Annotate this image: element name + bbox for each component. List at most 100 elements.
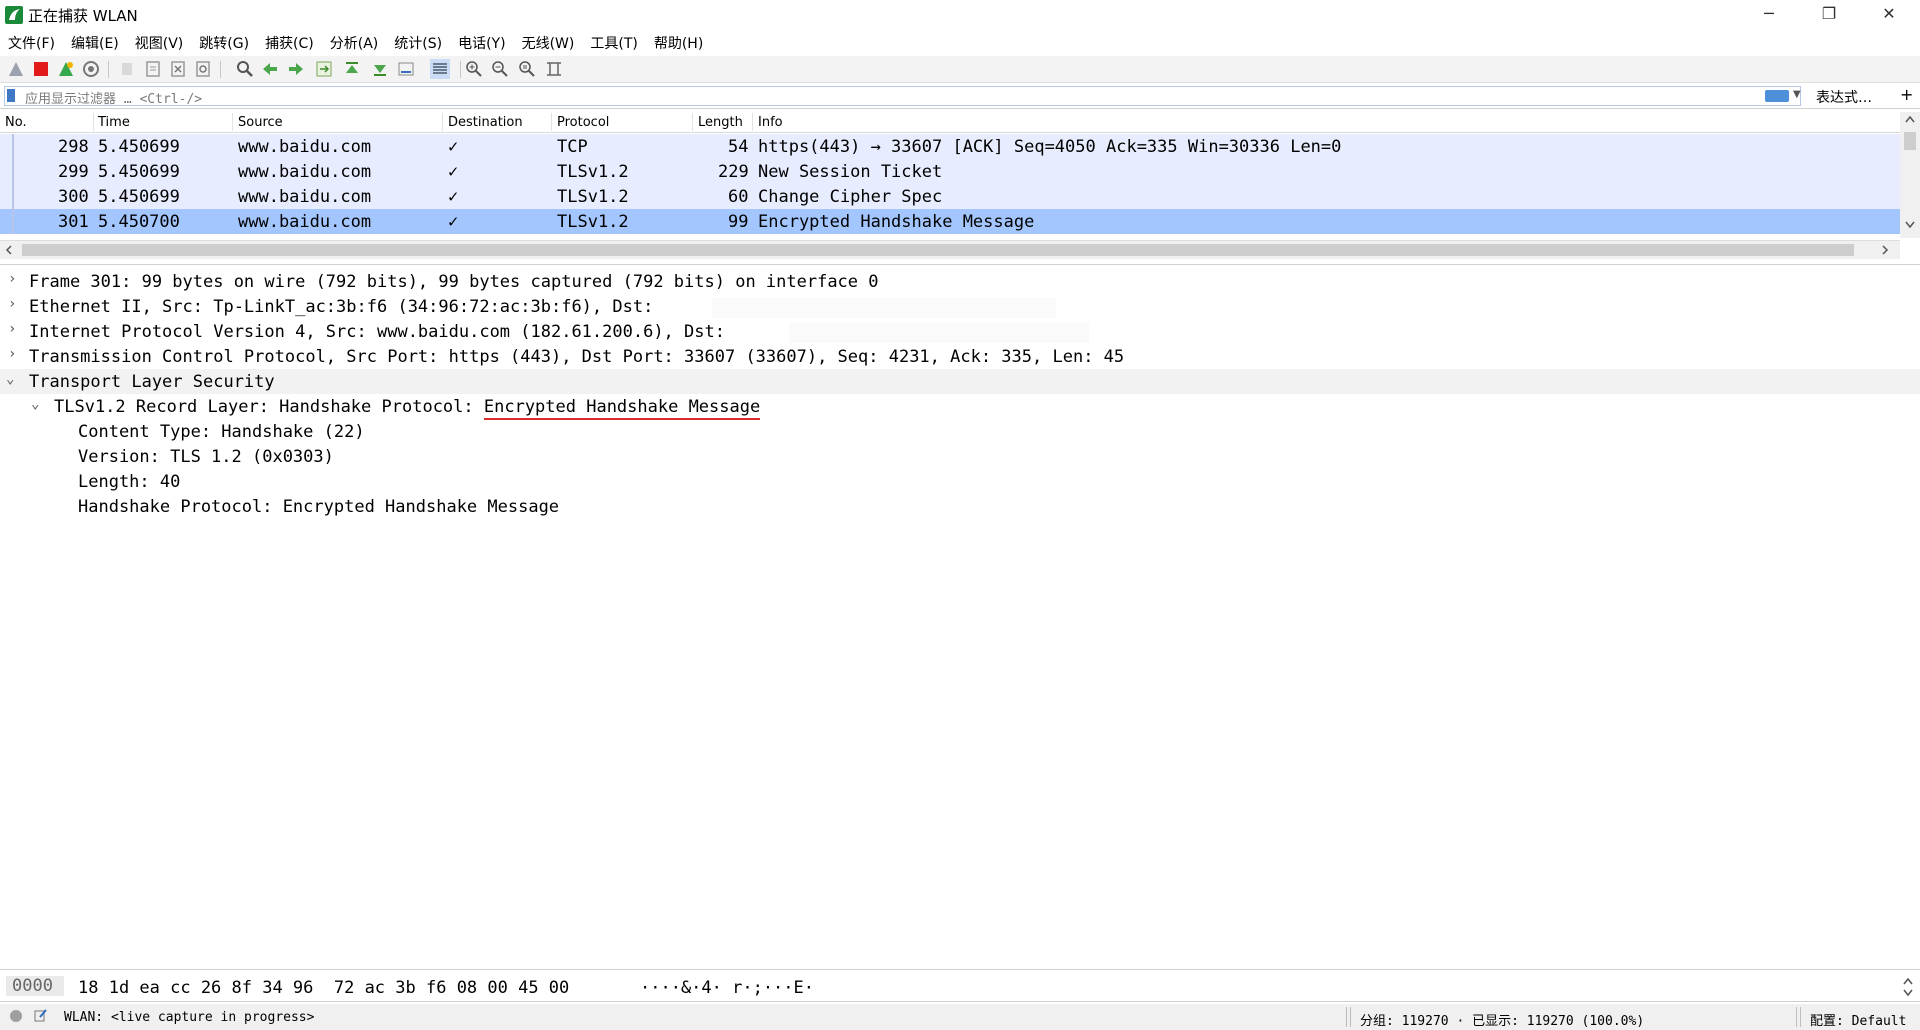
detail-ethernet[interactable]: › Ethernet II, Src: Tp-LinkT_ac:3b:f6 (3…: [0, 294, 1920, 319]
colorize-icon[interactable]: [430, 59, 450, 79]
expand-chevron-icon[interactable]: ›: [8, 271, 16, 287]
scroll-up-icon[interactable]: [1904, 114, 1916, 124]
detail-handshake-text: Handshake Protocol: Encrypted Handshake …: [78, 497, 560, 517]
bytes-ascii[interactable]: ····&·4· r·;···E·: [640, 978, 814, 998]
restart-capture-icon[interactable]: [56, 59, 76, 79]
capture-options-icon[interactable]: [81, 59, 101, 79]
go-to-packet-icon[interactable]: [314, 59, 334, 79]
packet-row-selected[interactable]: 301 5.450700 www.baidu.com ✓ TLSv1.2 99 …: [0, 209, 1900, 234]
close-button[interactable]: ✕: [1860, 0, 1918, 28]
packet-row[interactable]: 299 5.450699 www.baidu.com ✓ TLSv1.2 229…: [0, 159, 1900, 184]
col-header-destination[interactable]: Destination: [448, 115, 523, 130]
expand-chevron-icon[interactable]: ›: [8, 346, 16, 362]
column-divider[interactable]: [232, 113, 233, 131]
menu-help[interactable]: 帮助(H): [646, 30, 711, 54]
packet-source: www.baidu.com: [238, 212, 372, 232]
scroll-thumb[interactable]: [22, 244, 1854, 256]
autoscroll-icon[interactable]: [396, 59, 416, 79]
detail-content-type[interactable]: Content Type: Handshake (22): [0, 419, 1920, 444]
redacted-region: [712, 298, 1056, 318]
detail-tls[interactable]: ⌄ Transport Layer Security: [0, 369, 1920, 394]
bytes-scroll-icon[interactable]: [1902, 975, 1914, 999]
column-divider[interactable]: [93, 113, 94, 131]
collapse-chevron-icon[interactable]: ⌄: [31, 396, 39, 412]
packet-details-pane: › Frame 301: 99 bytes on wire (792 bits)…: [0, 264, 1920, 970]
find-packet-icon[interactable]: [235, 59, 255, 79]
toolbar-separator: [220, 61, 221, 78]
scroll-left-icon[interactable]: [4, 244, 14, 256]
collapse-chevron-icon[interactable]: ⌄: [6, 371, 14, 387]
column-divider[interactable]: [692, 113, 693, 131]
restore-button[interactable]: ❐: [1800, 0, 1858, 28]
menu-telephony[interactable]: 电话(Y): [450, 30, 513, 54]
packet-source: www.baidu.com: [238, 137, 372, 157]
packet-list-horizontal-scrollbar[interactable]: [0, 240, 1900, 259]
packet-destination: ✓: [448, 212, 459, 232]
col-header-no[interactable]: No.: [5, 115, 27, 130]
detail-tls-record[interactable]: ⌄ TLSv1.2 Record Layer: Handshake Protoc…: [0, 394, 1920, 420]
zoom-out-icon[interactable]: [490, 59, 510, 79]
close-file-icon[interactable]: [168, 59, 188, 79]
detail-tcp-text: Transmission Control Protocol, Src Port:…: [29, 347, 1125, 367]
scroll-right-icon[interactable]: [1880, 244, 1890, 256]
zoom-in-icon[interactable]: [464, 59, 484, 79]
menu-go[interactable]: 跳转(G): [191, 30, 257, 54]
menu-view[interactable]: 视图(V): [127, 30, 192, 54]
menu-wireless[interactable]: 无线(W): [514, 30, 583, 54]
column-divider[interactable]: [551, 113, 552, 131]
start-capture-icon[interactable]: [6, 59, 26, 79]
detail-ip[interactable]: › Internet Protocol Version 4, Src: www.…: [0, 319, 1920, 344]
menu-statistics[interactable]: 统计(S): [386, 30, 450, 54]
detail-handshake[interactable]: Handshake Protocol: Encrypted Handshake …: [0, 494, 1920, 519]
title-bar: 正在捕获 WLAN ─ ❐ ✕: [0, 0, 1920, 28]
apply-filter-arrow-icon[interactable]: [1765, 90, 1789, 102]
packet-time: 5.450699: [98, 162, 180, 182]
expert-info-icon[interactable]: [10, 1010, 22, 1022]
save-file-icon[interactable]: [143, 59, 163, 79]
normal-size-icon[interactable]: [517, 59, 537, 79]
detail-frame[interactable]: › Frame 301: 99 bytes on wire (792 bits)…: [0, 269, 1920, 294]
col-header-length[interactable]: Length: [698, 115, 743, 130]
filter-bookmark-icon[interactable]: [7, 89, 15, 102]
minimize-button[interactable]: ─: [1740, 0, 1798, 28]
packet-destination: ✓: [448, 162, 459, 182]
packet-row[interactable]: 300 5.450699 www.baidu.com ✓ TLSv1.2 60 …: [0, 184, 1900, 209]
scroll-down-icon[interactable]: [1904, 220, 1916, 230]
filter-dropdown-icon[interactable]: ▼: [1793, 89, 1801, 100]
col-header-source[interactable]: Source: [238, 115, 283, 130]
col-header-protocol[interactable]: Protocol: [557, 115, 609, 130]
go-forward-icon[interactable]: [286, 59, 306, 79]
open-file-icon[interactable]: [118, 59, 138, 79]
detail-version[interactable]: Version: TLS 1.2 (0x0303): [0, 444, 1920, 469]
menu-edit[interactable]: 编辑(E): [63, 30, 127, 54]
menu-analyze[interactable]: 分析(A): [322, 30, 387, 54]
menu-file[interactable]: 文件(F): [0, 30, 63, 54]
expression-button[interactable]: 表达式…: [1816, 87, 1872, 107]
resize-columns-icon[interactable]: [544, 59, 564, 79]
display-filter-input[interactable]: 应用显示过滤器 … <Ctrl-/> ▼: [4, 86, 1801, 107]
menu-tools[interactable]: 工具(T): [582, 30, 645, 54]
expand-chevron-icon[interactable]: ›: [8, 321, 16, 337]
col-header-time[interactable]: Time: [98, 115, 130, 130]
last-packet-icon[interactable]: [370, 59, 390, 79]
packet-list-vertical-scrollbar[interactable]: [1900, 112, 1920, 238]
scroll-thumb[interactable]: [1904, 132, 1916, 150]
column-divider[interactable]: [752, 113, 753, 131]
profile-label[interactable]: 配置: Default: [1810, 1010, 1906, 1029]
record-prefix: TLSv1.2 Record Layer: Handshake Protocol…: [54, 397, 484, 417]
column-divider[interactable]: [442, 113, 443, 131]
go-back-icon[interactable]: [260, 59, 280, 79]
reload-file-icon[interactable]: [193, 59, 213, 79]
detail-length[interactable]: Length: 40: [0, 469, 1920, 494]
first-packet-icon[interactable]: [342, 59, 362, 79]
filter-placeholder: 应用显示过滤器 … <Ctrl-/>: [25, 92, 203, 107]
col-header-info[interactable]: Info: [758, 115, 783, 130]
menu-capture[interactable]: 捕获(C): [257, 30, 322, 54]
add-filter-button[interactable]: +: [1900, 85, 1913, 104]
packet-row[interactable]: 298 5.450699 www.baidu.com ✓ TCP 54 http…: [0, 134, 1900, 159]
stop-capture-icon[interactable]: [31, 59, 51, 79]
detail-tcp[interactable]: › Transmission Control Protocol, Src Por…: [0, 344, 1920, 369]
expand-chevron-icon[interactable]: ›: [8, 296, 16, 312]
capture-comment-icon[interactable]: [34, 1008, 48, 1022]
bytes-hex[interactable]: 18 1d ea cc 26 8f 34 96 72 ac 3b f6 08 0…: [78, 978, 569, 998]
